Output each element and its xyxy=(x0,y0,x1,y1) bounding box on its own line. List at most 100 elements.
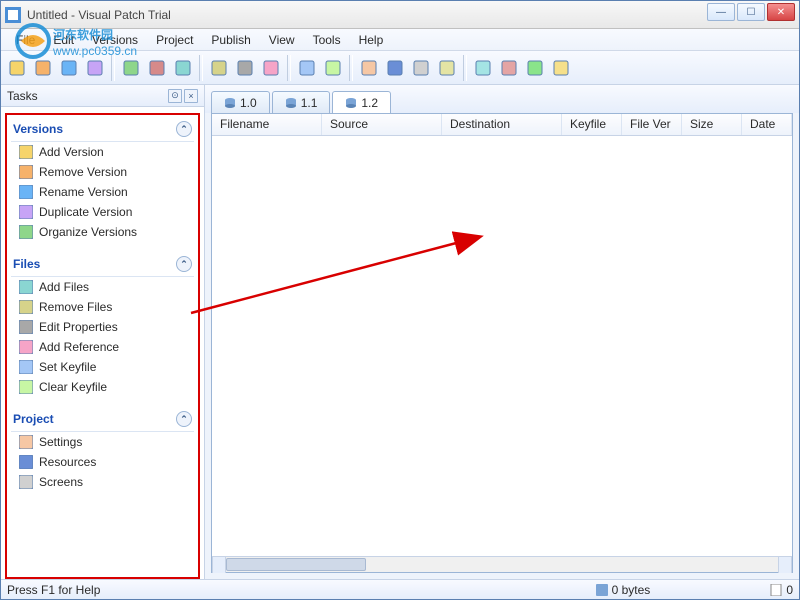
title-bar: Untitled - Visual Patch Trial — ☐ ✕ xyxy=(1,1,799,29)
task-item[interactable]: Screens xyxy=(11,472,194,492)
task-item[interactable]: Organize Versions xyxy=(11,222,194,242)
maximize-button[interactable]: ☐ xyxy=(737,3,765,21)
toolbar-separator xyxy=(287,55,291,81)
chevron-up-icon[interactable]: ⌃ xyxy=(176,121,192,137)
task-item[interactable]: Remove Version xyxy=(11,162,194,182)
column-label: File Ver xyxy=(630,117,671,131)
scroll-thumb[interactable] xyxy=(226,558,366,571)
box-icon[interactable] xyxy=(497,56,521,80)
new-file-icon[interactable] xyxy=(5,56,29,80)
remove-files-icon xyxy=(19,300,33,314)
wizard-icon[interactable] xyxy=(83,56,107,80)
window-icon[interactable] xyxy=(409,56,433,80)
close-panel-icon[interactable]: × xyxy=(184,89,198,103)
user-settings-icon[interactable] xyxy=(357,56,381,80)
page-remove-icon[interactable] xyxy=(233,56,257,80)
menu-file[interactable]: File xyxy=(7,31,44,49)
ref-add-icon[interactable] xyxy=(295,56,319,80)
menu-versions[interactable]: Versions xyxy=(83,31,147,49)
db-icon xyxy=(345,97,357,109)
column-header[interactable]: Keyfile xyxy=(562,114,622,135)
task-item[interactable]: Set Keyfile xyxy=(11,357,194,377)
task-group-title: Project xyxy=(13,412,54,426)
menu-view[interactable]: View xyxy=(260,31,304,49)
task-item[interactable]: Edit Properties xyxy=(11,317,194,337)
status-count: 0 xyxy=(770,583,793,597)
minimize-button[interactable]: — xyxy=(707,3,735,21)
close-button[interactable]: ✕ xyxy=(767,3,795,21)
scroll-left-button[interactable] xyxy=(212,557,226,573)
task-group-title: Versions xyxy=(13,122,63,136)
attach-icon[interactable] xyxy=(383,56,407,80)
help-icon[interactable] xyxy=(523,56,547,80)
menu-help[interactable]: Help xyxy=(350,31,393,49)
version-tabs: 1.0 1.1 1.2 xyxy=(205,85,799,113)
task-item[interactable]: Clear Keyfile xyxy=(11,377,194,397)
tasks-header: Tasks ⊙× xyxy=(1,85,204,107)
task-item[interactable]: Add Reference xyxy=(11,337,194,357)
tab-version[interactable]: 1.0 xyxy=(211,91,270,113)
screens-icon xyxy=(19,475,33,489)
db-dup-icon[interactable] xyxy=(171,56,195,80)
task-item[interactable]: Remove Files xyxy=(11,297,194,317)
column-header[interactable]: Date xyxy=(742,114,792,135)
add-reference-icon xyxy=(19,340,33,354)
task-label: Clear Keyfile xyxy=(39,380,107,394)
task-item[interactable]: Add Files xyxy=(11,277,194,297)
tab-version[interactable]: 1.1 xyxy=(272,91,331,113)
task-label: Set Keyfile xyxy=(39,360,96,374)
column-label: Destination xyxy=(450,117,510,131)
db-remove-icon[interactable] xyxy=(145,56,169,80)
tab-version[interactable]: 1.2 xyxy=(332,91,391,113)
page-icon xyxy=(770,584,782,596)
task-item[interactable]: Resources xyxy=(11,452,194,472)
task-label: Organize Versions xyxy=(39,225,137,239)
scroll-right-button[interactable] xyxy=(778,557,792,573)
task-group-project[interactable]: Project ⌃ xyxy=(11,407,194,432)
menu-project[interactable]: Project xyxy=(147,31,202,49)
column-header[interactable]: Size xyxy=(682,114,742,135)
task-item[interactable]: Rename Version xyxy=(11,182,194,202)
grid-header: FilenameSource Destination Keyfile File Ver… xyxy=(212,114,792,136)
column-header[interactable]: File Ver xyxy=(622,114,682,135)
page-add-icon[interactable] xyxy=(207,56,231,80)
open-icon[interactable] xyxy=(31,56,55,80)
toolbar-separator xyxy=(349,55,353,81)
column-header[interactable]: Destination xyxy=(442,114,562,135)
list-icon[interactable] xyxy=(435,56,459,80)
task-group-versions[interactable]: Versions ⌃ xyxy=(11,117,194,142)
horizontal-scrollbar[interactable] xyxy=(212,556,792,572)
save-icon[interactable] xyxy=(57,56,81,80)
toolbar-separator xyxy=(199,55,203,81)
task-item[interactable]: Add Version xyxy=(11,142,194,162)
task-label: Resources xyxy=(39,455,96,469)
app-icon xyxy=(5,7,21,23)
status-bytes: 0 bytes xyxy=(596,583,651,597)
tab-label: 1.1 xyxy=(301,96,318,110)
column-header[interactable]: Source xyxy=(322,114,442,135)
menu-edit[interactable]: Edit xyxy=(44,31,83,49)
task-item[interactable]: Duplicate Version xyxy=(11,202,194,222)
task-item[interactable]: Settings xyxy=(11,432,194,452)
set-keyfile-icon xyxy=(19,360,33,374)
remove-version-icon xyxy=(19,165,33,179)
status-bar: Press F1 for Help 0 bytes 0 xyxy=(1,579,799,599)
pdf-icon[interactable] xyxy=(549,56,573,80)
globe-icon[interactable] xyxy=(471,56,495,80)
menu-publish[interactable]: Publish xyxy=(202,31,259,49)
task-label: Settings xyxy=(39,435,82,449)
toolbar xyxy=(1,51,799,85)
db-icon xyxy=(285,97,297,109)
chevron-up-icon[interactable]: ⌃ xyxy=(176,411,192,427)
pin-icon[interactable]: ⊙ xyxy=(168,89,182,103)
menu-tools[interactable]: Tools xyxy=(304,31,350,49)
task-label: Remove Version xyxy=(39,165,127,179)
grid-body[interactable] xyxy=(212,136,792,556)
chevron-up-icon[interactable]: ⌃ xyxy=(176,256,192,272)
page-edit-icon[interactable] xyxy=(259,56,283,80)
column-header[interactable]: Filename xyxy=(212,114,322,135)
ref-rem-icon[interactable] xyxy=(321,56,345,80)
task-group-files[interactable]: Files⌃ xyxy=(11,252,194,277)
db-add-icon[interactable] xyxy=(119,56,143,80)
add-files-icon xyxy=(19,280,33,294)
